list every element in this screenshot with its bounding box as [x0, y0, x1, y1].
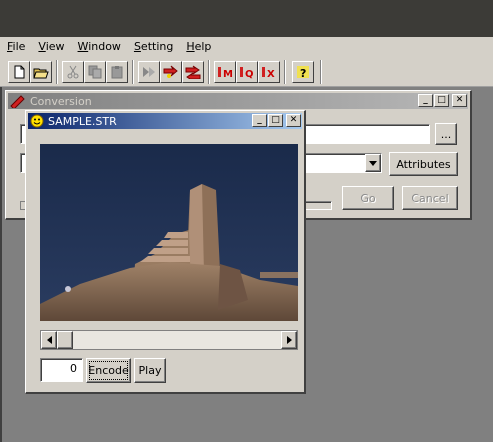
menu-view[interactable]: View — [31, 37, 70, 57]
toolbar-separator — [132, 60, 134, 84]
minimize-button[interactable]: _ — [418, 94, 433, 107]
maximize-button[interactable]: □ — [268, 114, 283, 127]
cancel-button[interactable]: Cancel — [402, 186, 458, 210]
maximize-button[interactable]: □ — [434, 94, 449, 107]
play-button[interactable]: Play — [134, 358, 166, 383]
menu-help[interactable]: Help — [179, 37, 217, 57]
menu-setting[interactable]: Setting — [127, 37, 179, 57]
convert-red-icon[interactable] — [182, 61, 204, 83]
convert-star-icon[interactable] — [160, 61, 182, 83]
menu-file[interactable]: File — [0, 37, 31, 57]
video-preview — [40, 144, 298, 321]
svg-text:?: ? — [300, 67, 306, 79]
menu-bar: File View Window Setting Help — [0, 37, 493, 57]
toolbar-separator — [320, 60, 322, 84]
scroll-thumb[interactable] — [57, 331, 73, 349]
mdec-m-icon[interactable]: M — [214, 61, 236, 83]
close-button[interactable]: ✕ — [286, 114, 301, 127]
close-button[interactable]: ✕ — [452, 94, 467, 107]
toolbar-separator — [208, 60, 210, 84]
desktop-titlebar — [0, 0, 493, 37]
chevron-down-icon[interactable] — [365, 154, 381, 172]
svg-text:X: X — [267, 69, 275, 79]
sample-window: SAMPLE.STR _ □ ✕ 0 Encode Play — [25, 110, 306, 394]
open-folder-icon[interactable] — [30, 61, 52, 83]
conversion-app-icon — [10, 95, 25, 108]
minimize-button[interactable]: _ — [252, 114, 267, 127]
toolbar-separator — [284, 60, 286, 84]
scroll-right-button[interactable] — [281, 331, 297, 349]
scroll-left-button[interactable] — [41, 331, 57, 349]
help-icon[interactable]: ? — [292, 61, 314, 83]
encode-button[interactable]: Encode — [86, 358, 131, 383]
attributes-button[interactable]: Attributes — [389, 152, 458, 176]
svg-text:Q: Q — [245, 69, 254, 79]
cut-icon[interactable] — [62, 61, 84, 83]
menu-window[interactable]: Window — [71, 37, 127, 57]
smiley-icon — [30, 114, 44, 128]
scene-image — [40, 144, 298, 321]
progress-bar — [304, 201, 332, 210]
conversion-titlebar[interactable]: Conversion _ □ ✕ — [8, 93, 468, 109]
new-file-icon[interactable] — [8, 61, 30, 83]
sample-title: SAMPLE.STR — [48, 114, 117, 128]
conversion-title: Conversion — [30, 94, 92, 108]
frame-number-field[interactable]: 0 — [40, 358, 83, 382]
mdec-x-icon[interactable]: X — [258, 61, 280, 83]
toolbar: M Q X ? — [0, 57, 493, 87]
timeline-scrollbar[interactable] — [40, 330, 298, 350]
browse-button[interactable]: ... — [435, 123, 457, 145]
paste-icon[interactable] — [106, 61, 128, 83]
svg-text:M: M — [223, 69, 233, 79]
go-button[interactable]: Go — [342, 186, 394, 210]
sample-titlebar[interactable]: SAMPLE.STR _ □ ✕ — [28, 113, 302, 129]
copy-icon[interactable] — [84, 61, 106, 83]
toolbar-separator — [56, 60, 58, 84]
convert-icon[interactable] — [138, 61, 160, 83]
mdec-q-icon[interactable]: Q — [236, 61, 258, 83]
